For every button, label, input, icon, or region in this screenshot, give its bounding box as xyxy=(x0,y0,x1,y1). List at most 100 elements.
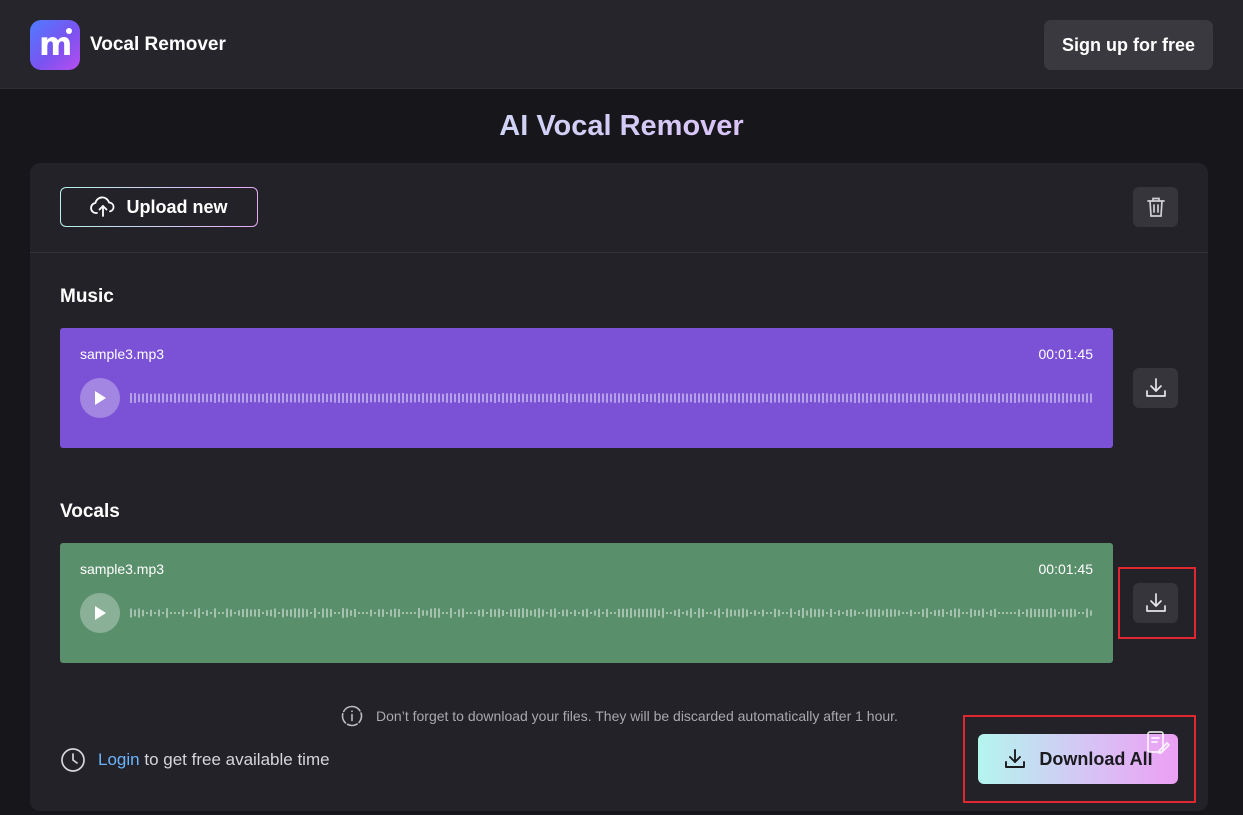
download-music-button[interactable] xyxy=(1133,368,1178,408)
waveform-bar xyxy=(346,393,348,403)
waveform-bar xyxy=(226,393,228,403)
waveform-bar xyxy=(426,610,428,616)
waveform-bar xyxy=(906,393,908,403)
waveform-bar xyxy=(810,393,812,403)
waveform-bar xyxy=(198,608,200,618)
waveform-bar xyxy=(690,608,692,618)
waveform-bar xyxy=(202,612,204,614)
waveform-bar xyxy=(182,609,184,617)
waveform-bar xyxy=(914,612,916,614)
waveform-bar xyxy=(526,608,528,618)
waveform-bar xyxy=(666,612,668,614)
waveform-bar xyxy=(446,612,448,614)
waveform-bar xyxy=(594,393,596,403)
waveform-bar xyxy=(242,393,244,403)
waveform-bar xyxy=(830,608,832,618)
delete-button[interactable] xyxy=(1133,187,1178,227)
waveform-bar xyxy=(950,610,952,616)
waveform-bar xyxy=(630,608,632,618)
waveform-bar xyxy=(762,609,764,617)
waveform[interactable] xyxy=(130,601,1093,625)
waveform-bar xyxy=(314,608,316,618)
waveform-bar xyxy=(814,609,816,617)
login-link[interactable]: Login xyxy=(98,750,140,769)
waveform-bar xyxy=(502,393,504,403)
waveform-bar xyxy=(1078,393,1080,403)
waveform-bar xyxy=(590,393,592,403)
play-button[interactable] xyxy=(80,593,120,633)
vocals-section-title: Vocals xyxy=(60,501,120,522)
waveform-bar xyxy=(878,608,880,618)
waveform-bar xyxy=(266,393,268,403)
waveform-bar xyxy=(570,612,572,614)
waveform-bar xyxy=(258,393,260,403)
play-icon xyxy=(95,606,106,620)
waveform-bar xyxy=(998,393,1000,403)
waveform-bar xyxy=(906,612,908,614)
waveform-bar xyxy=(250,609,252,617)
waveform-bar xyxy=(318,612,320,614)
waveform-bar xyxy=(974,609,976,617)
waveform-bar xyxy=(546,612,548,614)
waveform-bar xyxy=(306,609,308,617)
waveform-bar xyxy=(542,609,544,617)
waveform-bar xyxy=(710,393,712,403)
waveform-bar xyxy=(306,393,308,403)
waveform-bar xyxy=(1030,393,1032,403)
app-logo[interactable]: m xyxy=(30,20,80,70)
waveform-bar xyxy=(486,612,488,614)
waveform-bar xyxy=(990,393,992,403)
waveform-bar xyxy=(794,393,796,403)
waveform-bar xyxy=(950,393,952,403)
waveform-bar xyxy=(874,609,876,617)
waveform-bar xyxy=(1082,612,1084,614)
waveform-bar xyxy=(290,609,292,617)
play-button[interactable] xyxy=(80,378,120,418)
track-file-name: sample3.mp3 xyxy=(80,346,165,362)
highlight-box xyxy=(1118,567,1196,639)
waveform-bar xyxy=(542,393,544,403)
highlight-box xyxy=(963,715,1196,803)
waveform-bar xyxy=(222,612,224,614)
top-bar: m Vocal Remover Sign up for free xyxy=(0,0,1243,89)
waveform-bar xyxy=(806,610,808,616)
waveform-bar xyxy=(1058,393,1060,403)
signup-button[interactable]: Sign up for free xyxy=(1044,20,1213,70)
waveform-bar xyxy=(702,393,704,403)
waveform-bar xyxy=(582,393,584,403)
waveform-bar xyxy=(894,393,896,403)
waveform-bar xyxy=(902,612,904,614)
waveform-bar xyxy=(278,393,280,403)
track-file-name: sample3.mp3 xyxy=(80,561,165,577)
waveform-bar xyxy=(802,608,804,618)
waveform-bar xyxy=(682,612,684,614)
waveform-bar xyxy=(142,393,144,403)
waveform-bar xyxy=(230,609,232,617)
waveform-bar xyxy=(798,610,800,616)
waveform-bar xyxy=(1026,609,1028,617)
waveform-bar xyxy=(870,393,872,403)
waveform[interactable] xyxy=(130,386,1093,410)
waveform-bar xyxy=(662,608,664,618)
waveform-bar xyxy=(854,610,856,616)
waveform-bar xyxy=(298,608,300,618)
waveform-bar xyxy=(634,393,636,403)
waveform-bar xyxy=(270,393,272,403)
waveform-bar xyxy=(746,393,748,403)
waveform-bar xyxy=(1070,393,1072,403)
waveform-bar xyxy=(926,393,928,403)
app-name: Vocal Remover xyxy=(90,34,226,55)
upload-new-button[interactable]: Upload new xyxy=(60,187,258,227)
waveform-bar xyxy=(798,393,800,403)
waveform-bar xyxy=(846,393,848,403)
waveform-bar xyxy=(954,608,956,618)
waveform-bar xyxy=(366,612,368,614)
waveform-bar xyxy=(886,393,888,403)
waveform-bar xyxy=(502,609,504,617)
waveform-bar xyxy=(154,612,156,614)
waveform-bar xyxy=(690,393,692,403)
waveform-bar xyxy=(438,608,440,618)
waveform-bar xyxy=(826,612,828,614)
waveform-bar xyxy=(730,393,732,403)
waveform-bar xyxy=(830,393,832,403)
